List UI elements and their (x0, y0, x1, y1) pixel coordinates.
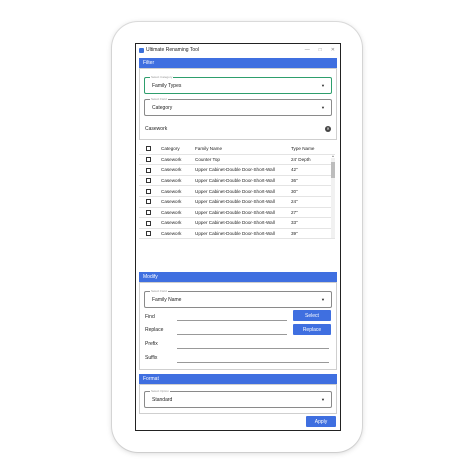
apply-button[interactable]: Apply (306, 416, 336, 427)
chevron-down-icon: ▼ (321, 83, 325, 88)
column-header-family-name: Family Name (195, 144, 291, 155)
cell-family-name: Upper Cabinet-Double Door-Short-Wall (195, 228, 291, 240)
cell-family-name: Upper Cabinet-Double Door-Short-Wall (195, 196, 291, 208)
cell-category: Casework (161, 196, 195, 208)
scrollbar-thumb[interactable] (331, 162, 335, 178)
category-value: Family Types (152, 82, 182, 89)
row-checkbox[interactable] (146, 157, 151, 163)
cell-family-name: Upper Cabinet-Double Door-Short-Wall (195, 175, 291, 187)
app-window: Ultimate Renaming Tool — □ ✕ Filter Sele… (135, 43, 341, 431)
column-header-category: Category (161, 144, 195, 155)
table-row[interactable]: Casework Upper Cabinet-Double Door-Short-… (139, 207, 335, 219)
cell-category: Casework (161, 217, 195, 229)
row-checkbox[interactable] (146, 231, 151, 237)
select-button[interactable]: Select (293, 310, 331, 321)
cell-type-name: 24" (291, 196, 335, 208)
cell-type-name: 39" (291, 228, 335, 240)
row-checkbox[interactable] (146, 210, 151, 215)
window-title: Ultimate Renaming Tool (146, 47, 199, 53)
modify-field-select[interactable]: Select Field Family Name ▼ (144, 289, 332, 308)
format-value: Standard (152, 396, 173, 403)
cell-category: Casework (161, 185, 195, 197)
cell-category: Casework (161, 154, 195, 166)
table-row[interactable]: Casework Upper Cabinet-Double Door-Short-… (139, 228, 335, 240)
select-all-checkbox[interactable] (146, 146, 151, 152)
cell-category: Casework (161, 207, 195, 219)
find-input[interactable] (177, 320, 287, 321)
chevron-down-icon: ▼ (321, 105, 325, 110)
prefix-label: Prefix (145, 341, 158, 347)
row-checkbox[interactable] (146, 178, 151, 184)
results-table: Category Family Name Type Name Casework C… (139, 144, 335, 240)
chevron-down-icon: ▼ (321, 297, 325, 302)
window-controls: — □ ✕ (305, 47, 335, 53)
format-panel: Select Option Standard ▼ (139, 384, 337, 414)
prefix-input[interactable] (177, 348, 329, 349)
cell-category: Casework (161, 228, 195, 240)
cell-category: Casework (161, 164, 195, 176)
category-select[interactable]: Select Category Family Types ▼ (144, 75, 332, 94)
cell-category: Casework (161, 175, 195, 187)
cell-family-name: Counter Top (195, 154, 291, 166)
field-value: Category (152, 104, 173, 111)
minimize-icon[interactable]: — (305, 47, 310, 53)
table-row[interactable]: Casework Upper Cabinet-Double Door-Short-… (139, 196, 335, 208)
replace-button[interactable]: Replace (293, 324, 331, 335)
cell-family-name: Upper Cabinet-Double Door-Short-Wall (195, 217, 291, 229)
suffix-label: Suffix (145, 355, 158, 361)
cell-family-name: Upper Cabinet-Double Door-Short-Wall (195, 164, 291, 176)
field-select[interactable]: Select Field Category ▼ (144, 97, 332, 116)
replace-label: Replace (145, 327, 164, 333)
cell-type-name: 24' Depth (291, 154, 335, 166)
table-row[interactable]: Casework Upper Cabinet-Double Door-Short-… (139, 185, 335, 197)
modify-field-value: Family Name (152, 296, 182, 303)
table-row[interactable]: Casework Upper Cabinet-Double Door-Short-… (139, 164, 335, 176)
format-option-select[interactable]: Select Option Standard ▼ (144, 389, 332, 408)
filter-value-input[interactable]: Casework (145, 126, 167, 132)
table-row[interactable]: Casework Upper Cabinet-Double Door-Short-… (139, 175, 335, 187)
table-row[interactable]: Casework Upper Cabinet-Double Door-Short-… (139, 217, 335, 229)
filter-header: Filter (139, 58, 337, 68)
filter-panel: Select Category Family Types ▼ Select Fi… (139, 68, 337, 140)
cell-type-name: 30" (291, 185, 335, 197)
clear-icon[interactable]: ✕ (325, 126, 331, 132)
cell-family-name: Upper Cabinet-Double Door-Short-Wall (195, 207, 291, 219)
replace-input[interactable] (177, 334, 287, 335)
find-label: Find (145, 314, 155, 320)
row-checkbox[interactable] (146, 199, 151, 205)
app-icon (139, 47, 144, 53)
cell-type-name: 27" (291, 207, 335, 219)
cell-type-name: 33" (291, 217, 335, 229)
row-checkbox[interactable] (146, 188, 151, 194)
table-header-row: Category Family Name Type Name (139, 144, 335, 155)
chevron-down-icon: ▼ (321, 397, 325, 402)
suffix-input[interactable] (177, 362, 329, 363)
cell-type-name: 42" (291, 164, 335, 176)
close-icon[interactable]: ✕ (331, 47, 335, 53)
maximize-icon[interactable]: □ (319, 47, 322, 53)
cell-type-name: 36" (291, 175, 335, 187)
row-checkbox[interactable] (146, 167, 151, 173)
title-bar: Ultimate Renaming Tool — □ ✕ (136, 44, 340, 56)
modify-header: Modify (139, 272, 337, 282)
column-header-type-name: Type Name (291, 144, 335, 155)
table-row[interactable]: Casework Counter Top 24' Depth (139, 154, 335, 166)
table-scrollbar[interactable] (331, 158, 335, 238)
format-header: Format (139, 374, 337, 384)
cell-family-name: Upper Cabinet-Double Door-Short-Wall (195, 185, 291, 197)
row-checkbox[interactable] (146, 220, 151, 226)
